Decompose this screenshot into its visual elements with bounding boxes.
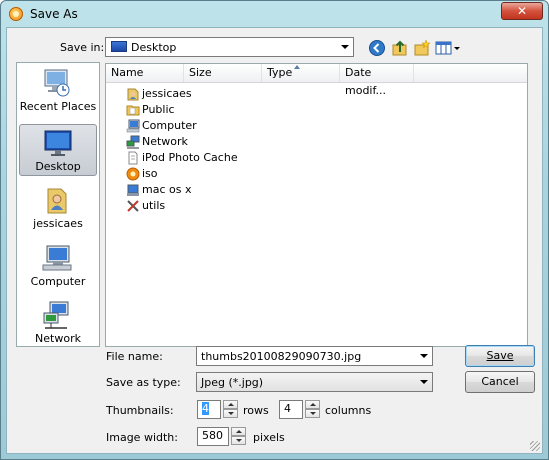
mac-icon: [127, 184, 139, 196]
file-name: mac os x: [142, 183, 192, 196]
place-computer[interactable]: Computer: [19, 240, 97, 292]
columns-spin-up[interactable]: [305, 400, 320, 409]
app-icon: [9, 7, 23, 21]
save-in-label: Save in:: [60, 41, 105, 54]
rows-input[interactable]: 4: [197, 400, 221, 419]
network-icon: [43, 301, 69, 329]
view-menu-icon[interactable]: [435, 39, 461, 57]
place-label: Desktop: [35, 160, 81, 173]
network-icon: [126, 135, 140, 149]
file-name: Computer: [142, 119, 197, 132]
place-label: jessicaes: [33, 217, 83, 230]
file-list[interactable]: Name Size Type Date modif... jessicaes P…: [105, 63, 528, 347]
cancel-button-label: Cancel: [481, 375, 519, 388]
app-icon: [126, 167, 140, 181]
rows-value: 4: [202, 402, 209, 415]
image-width-spin-down[interactable]: [231, 436, 246, 445]
column-header-size[interactable]: Size: [184, 64, 262, 82]
image-width-spin-up[interactable]: [231, 427, 246, 436]
chevron-down-icon: [420, 354, 428, 358]
columns-value: 4: [284, 402, 291, 415]
user-folder-icon: [47, 188, 67, 214]
place-label: Recent Places: [19, 100, 97, 113]
column-header-row: Name Size Type Date modif...: [106, 64, 527, 97]
columns-input[interactable]: 4: [279, 400, 303, 419]
rows-spin-down[interactable]: [223, 409, 238, 418]
save-as-type-dropdown[interactable]: Jpeg (*.jpg): [196, 372, 433, 392]
image-width-value: 580: [202, 429, 223, 442]
tools-icon: [127, 200, 139, 212]
image-width-label: Image width:: [106, 431, 178, 444]
save-button-label: Save: [486, 349, 514, 362]
save-as-type-label: Save as type:: [106, 376, 181, 389]
up-folder-icon[interactable]: [391, 39, 409, 57]
sort-ascending-icon: [294, 65, 300, 69]
place-recent-places[interactable]: Recent Places: [19, 65, 97, 117]
file-name-value: thumbs20100829090730.jpg: [201, 350, 362, 363]
folder-icon: [126, 105, 140, 116]
title-bar[interactable]: Save As ✕: [1, 1, 548, 27]
computer-icon: [126, 119, 140, 133]
columns-spin-down[interactable]: [305, 409, 320, 418]
close-button[interactable]: ✕: [501, 2, 543, 20]
document-icon: [128, 151, 138, 165]
new-folder-icon[interactable]: [413, 39, 431, 57]
column-header-type[interactable]: Type: [262, 64, 340, 82]
save-button[interactable]: Save: [465, 345, 535, 367]
save-in-value: Desktop: [131, 41, 177, 54]
column-header-date-modified[interactable]: Date modif...: [340, 64, 414, 97]
columns-label: columns: [325, 404, 372, 417]
file-name: Public: [142, 103, 175, 116]
places-bar: Recent Places Desktop jessicaes Computer…: [16, 62, 100, 347]
place-label: Computer: [30, 275, 86, 288]
file-name: utils: [142, 199, 166, 212]
file-name: iso: [142, 167, 158, 180]
chevron-down-icon: [420, 380, 428, 384]
desktop-icon: [111, 41, 127, 52]
recent-places-icon: [44, 69, 70, 97]
place-network[interactable]: Network: [19, 297, 97, 349]
user-folder-icon: [127, 88, 139, 101]
file-name-label: File name:: [106, 350, 163, 363]
save-as-dialog: Save As ✕ Save in: Desktop Recent Places…: [0, 0, 549, 460]
image-width-input[interactable]: 580: [197, 427, 229, 446]
file-name: Network: [142, 135, 188, 148]
resize-grip[interactable]: [530, 441, 540, 451]
save-as-type-value: Jpeg (*.jpg): [201, 376, 264, 389]
rows-spin-up[interactable]: [223, 400, 238, 409]
window-title: Save As: [30, 7, 78, 21]
place-label: Network: [35, 332, 81, 345]
column-header-name[interactable]: Name: [106, 64, 184, 82]
desktop-icon: [44, 130, 72, 156]
computer-icon: [42, 245, 72, 271]
file-name: jessicaes: [142, 87, 192, 100]
cancel-button[interactable]: Cancel: [465, 371, 535, 393]
place-desktop[interactable]: Desktop: [19, 124, 97, 176]
file-name-combo[interactable]: thumbs20100829090730.jpg: [196, 346, 433, 366]
rows-label: rows: [243, 404, 269, 417]
back-icon[interactable]: [368, 39, 386, 57]
file-name: iPod Photo Cache: [142, 151, 238, 164]
pixels-label: pixels: [253, 431, 285, 444]
thumbnails-label: Thumbnails:: [106, 404, 174, 417]
place-jessicaes[interactable]: jessicaes: [19, 182, 97, 234]
save-in-dropdown[interactable]: Desktop: [105, 37, 354, 57]
chevron-down-icon: [341, 45, 349, 49]
dialog-body: Save in: Desktop Recent Places Desktop j…: [6, 27, 543, 454]
